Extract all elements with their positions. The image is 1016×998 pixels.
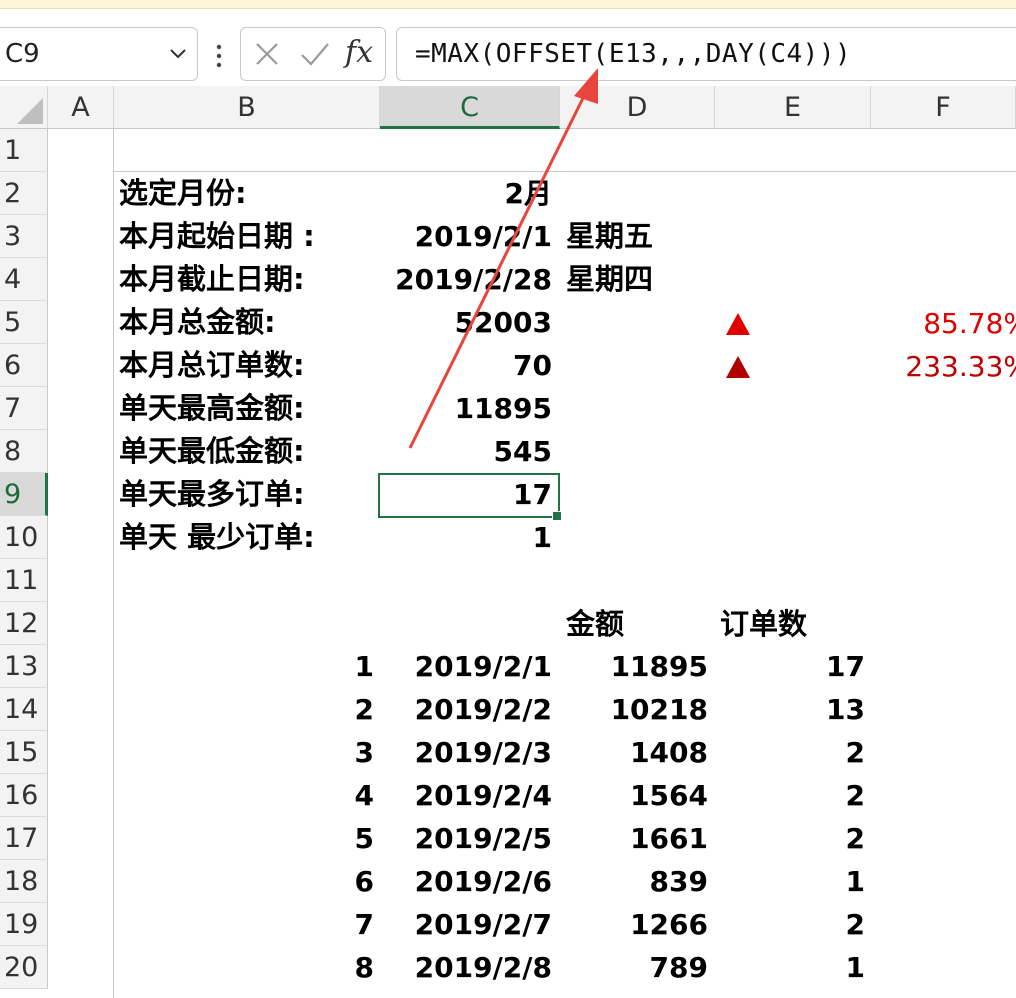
annotation-arrow xyxy=(408,68,598,449)
